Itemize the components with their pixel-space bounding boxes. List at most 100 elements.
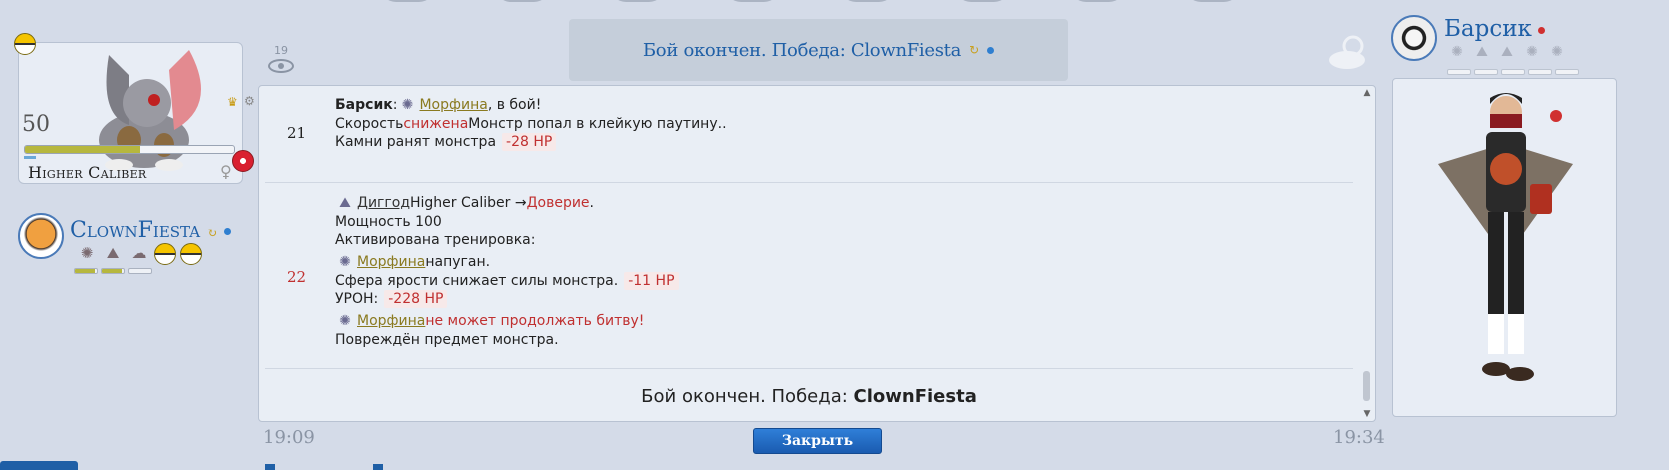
scroll-up-icon[interactable]: ▲ [1361, 88, 1373, 98]
monster-link[interactable]: Диггод [357, 194, 410, 212]
opponent-team-hp [74, 268, 152, 274]
team-monster-icon: ⛰ [106, 244, 120, 262]
log-line: ⛰ Диггод Higher Caliber → Доверие. [335, 193, 679, 213]
damage-badge: -28 HP [502, 133, 557, 151]
log-line: Сфера ярости снижает силы монстра. -11 HP [335, 272, 679, 290]
checkbox[interactable] [373, 464, 383, 470]
log-line: Барсик: ✺ Морфина, в бой! [335, 95, 727, 115]
refresh-icon: ↻ [207, 226, 218, 240]
log-scrollbar[interactable]: ▲ ▼ [1361, 88, 1373, 419]
team-hp-bar [1474, 69, 1498, 75]
team-monster-icon: ☁ [131, 244, 147, 262]
log-highlight: Доверие [526, 195, 590, 211]
team-slot-icon: ✺ [1451, 44, 1463, 60]
monster-sprite [99, 50, 201, 171]
player-name[interactable]: Барсик [1444, 16, 1545, 42]
bottom-tab[interactable] [0, 461, 78, 470]
log-user: Барсик [335, 97, 393, 113]
log-line: Мощность 100 [335, 214, 442, 230]
status-text: Бой окончен. Победа: ClownFiesta [642, 39, 962, 61]
team-hp-bar [128, 268, 152, 274]
player-name-text: Барсик [1444, 16, 1532, 42]
log-line: Повреждён предмет монстра. [335, 332, 559, 348]
battle-log[interactable]: 21 Барсик: ✺ Морфина, в бой! Скорость сн… [258, 85, 1376, 422]
top-decor [380, 0, 1240, 6]
online-status-dot [224, 227, 232, 235]
team-hp-bar [1501, 69, 1525, 75]
log-text: Монстр попал в клейкую паутину.. [468, 116, 727, 132]
crown-icon: ♛ [227, 95, 238, 109]
player-team: ✺ ⛰ ⛰ ✺ ✺ [1447, 44, 1567, 62]
held-item-icon [232, 150, 254, 172]
scroll-down-icon[interactable]: ▼ [1361, 409, 1373, 419]
log-text: Скорость [335, 116, 404, 132]
player-avatar[interactable] [1391, 15, 1437, 61]
turn-count: 19 [274, 44, 288, 57]
team-slot-icon: ⛰ [1501, 44, 1513, 60]
log-text: Камни ранят монстра [335, 134, 497, 150]
turn-counter[interactable]: 19 [268, 44, 294, 73]
pokeball-icon [180, 243, 202, 265]
log-text: напуган. [425, 254, 491, 270]
turn-number: 21 [287, 124, 307, 142]
online-status-dot [987, 46, 995, 54]
monster-level: 50 [22, 112, 50, 137]
team-hp-bar [101, 268, 125, 274]
monster-link[interactable]: Морфина [357, 312, 425, 330]
exp-bar [24, 156, 36, 159]
log-turn: 22 ⛰ Диггод Higher Caliber → Доверие. Мо… [265, 183, 1353, 369]
winner-name: ClownFiesta [853, 386, 977, 407]
battle-result: Бой окончен. Победа: ClownFiesta [259, 386, 1359, 407]
log-text: Сфера ярости снижает силы монстра. [335, 273, 619, 289]
opponent-name[interactable]: ClownFiesta ↻ [70, 218, 232, 243]
monster-icon: ✺ [401, 97, 414, 113]
gear-icon[interactable]: ⚙ [244, 94, 255, 108]
cloud-sun-icon [1329, 35, 1365, 69]
trainer-sprite [1438, 93, 1573, 381]
trainer-card[interactable] [1392, 78, 1617, 417]
checkbox[interactable] [265, 464, 275, 470]
log-highlight: не может продолжать битву! [425, 313, 645, 329]
team-hp-bar [74, 268, 98, 274]
monster-link[interactable]: Морфина [357, 253, 425, 271]
close-button[interactable]: Закрыть [753, 428, 882, 454]
eye-icon [268, 59, 294, 73]
team-hp-bar [1447, 69, 1471, 75]
log-line: Камни ранят монстра -28 HP [335, 133, 727, 151]
log-text: Higher Caliber → [410, 195, 527, 211]
scroll-thumb[interactable] [1363, 371, 1370, 401]
turn-lines: ⛰ Диггод Higher Caliber → Доверие. Мощно… [335, 193, 679, 349]
opponent-team: ✺ ⛰ ☁ [76, 243, 202, 265]
refresh-icon: ↻ [969, 43, 980, 57]
female-icon: ♀ [220, 162, 232, 181]
opponent-avatar[interactable] [18, 213, 64, 259]
battle-status-banner: Бой окончен. Победа: ClownFiesta ↻ [569, 19, 1068, 81]
monster-link[interactable]: Морфина [419, 96, 487, 114]
log-text: . [589, 195, 594, 211]
pokeball-icon [154, 243, 176, 265]
battle-start-time: 19:09 [263, 427, 315, 448]
team-slot-icon: ⛰ [1476, 44, 1488, 60]
team-monster-icon: ✺ [80, 244, 94, 262]
team-slot-icon: ✺ [1551, 44, 1563, 60]
damage-badge: -11 HP [624, 272, 679, 290]
monster-icon: ⛰ [339, 195, 351, 211]
damage-badge: -228 HP [384, 290, 448, 308]
log-line: Активирована тренировка: [335, 232, 536, 248]
hp-bar [24, 145, 235, 154]
team-hp-bar [1555, 69, 1579, 75]
bottom-toolbar [0, 461, 1669, 470]
team-hp-bar [1528, 69, 1552, 75]
status-dot [1537, 26, 1545, 34]
log-turn: 21 Барсик: ✺ Морфина, в бой! Скорость сн… [265, 86, 1353, 183]
log-line: ✺ Морфина не может продолжать битву! [335, 311, 679, 331]
log-line: Скорость снижена Монстр попал в клейкую … [335, 115, 727, 133]
log-text: , в бой! [487, 97, 542, 113]
log-line: УРОН: -228 HP [335, 290, 679, 308]
opponent-name-text: ClownFiesta [70, 218, 201, 243]
result-prefix: Бой окончен. Победа: [641, 386, 854, 407]
log-highlight: снижена [403, 116, 469, 132]
pokeball-icon [14, 33, 36, 55]
monster-icon: ✺ [339, 313, 351, 329]
monster-name: Higher Caliber [28, 163, 147, 182]
